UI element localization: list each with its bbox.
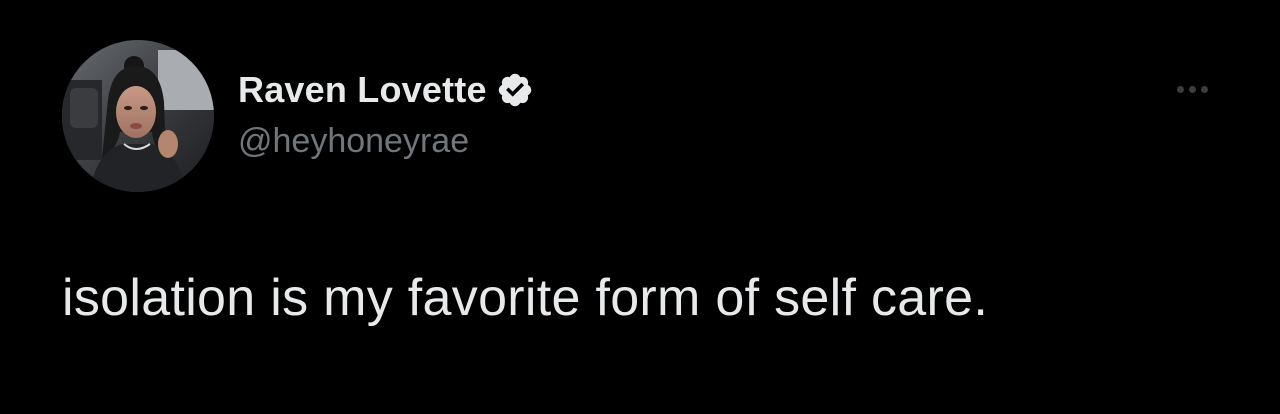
more-horizontal-icon-dot	[1200, 85, 1208, 93]
author-avatar[interactable]	[62, 40, 214, 192]
tweet-text: isolation is my favorite form of self ca…	[62, 269, 989, 327]
more-options-button[interactable]	[1166, 74, 1218, 104]
more-horizontal-icon	[1176, 85, 1184, 93]
author-handle[interactable]: @heyhoneyrae	[238, 122, 469, 161]
avatar-photo	[62, 40, 214, 192]
verified-badge-icon	[496, 71, 534, 109]
author-display-name[interactable]: Raven Lovette	[238, 69, 487, 111]
author-name-row: Raven Lovette	[238, 68, 534, 112]
more-horizontal-icon-dot	[1188, 85, 1196, 93]
tweet-card: Raven Lovette @heyhoneyrae isolation is …	[0, 0, 1280, 414]
